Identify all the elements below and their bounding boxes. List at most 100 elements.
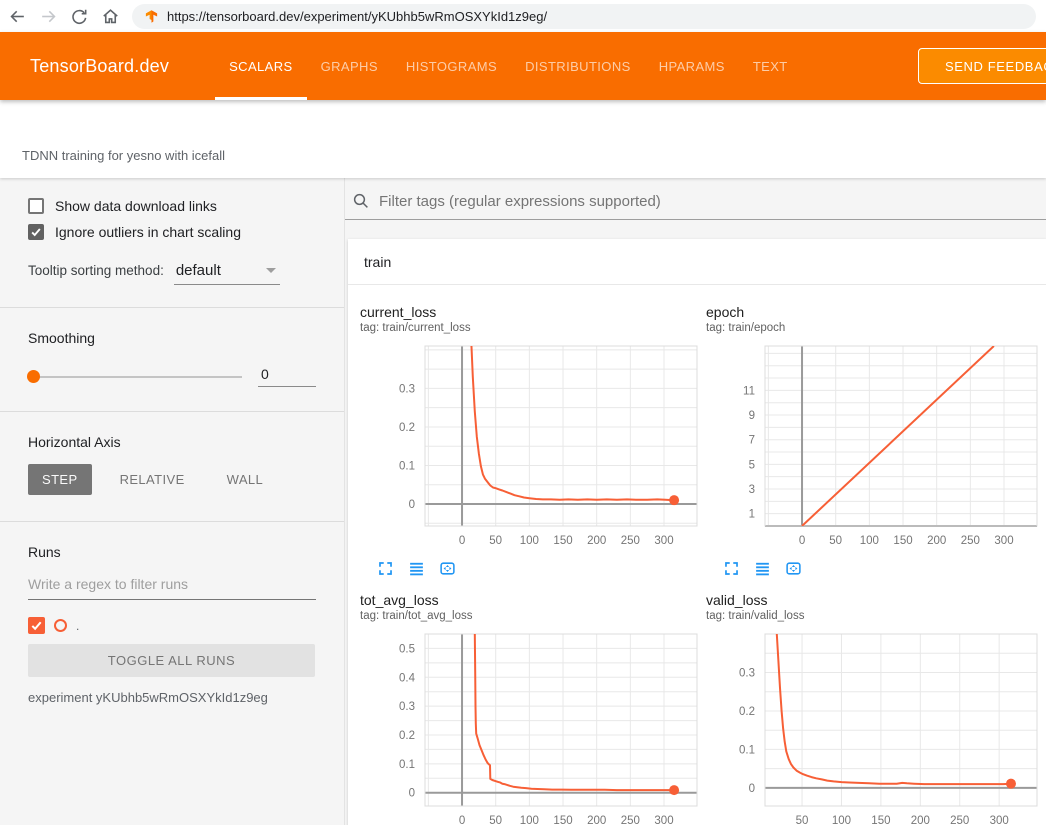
expand-chart-icon[interactable] — [377, 560, 394, 577]
fit-domain-icon[interactable] — [785, 560, 802, 577]
svg-text:150: 150 — [893, 535, 912, 547]
smoothing-value-input[interactable]: 0 — [258, 366, 316, 387]
reload-icon[interactable] — [70, 7, 89, 26]
svg-text:0.1: 0.1 — [739, 744, 755, 756]
svg-text:0: 0 — [459, 535, 465, 547]
tab-text[interactable]: TEXT — [739, 32, 802, 100]
svg-text:50: 50 — [829, 535, 842, 547]
flex-y-axis-icon[interactable] — [754, 560, 771, 577]
svg-text:100: 100 — [832, 815, 851, 825]
line-chart-current-loss[interactable]: 05010015020025030000.10.20.3 — [360, 340, 700, 552]
chart-current-loss: current_loss tag: train/current_loss 050… — [360, 303, 700, 577]
tab-hparams[interactable]: HPARAMS — [645, 32, 739, 100]
svg-text:100: 100 — [520, 815, 539, 825]
svg-text:200: 200 — [587, 535, 606, 547]
svg-text:100: 100 — [520, 535, 539, 547]
svg-text:200: 200 — [927, 535, 946, 547]
svg-text:0.1: 0.1 — [399, 759, 415, 771]
tab-histograms[interactable]: HISTOGRAMS — [392, 32, 511, 100]
smoothing-slider-thumb[interactable] — [27, 370, 40, 383]
chart-epoch: epoch tag: train/epoch 05010015020025030… — [706, 303, 1046, 577]
run-name: . — [76, 619, 79, 633]
address-bar[interactable]: https://tensorboard.dev/experiment/yKUbh… — [132, 4, 1036, 29]
chart-title: epoch — [706, 303, 1046, 321]
svg-text:300: 300 — [994, 535, 1013, 547]
svg-text:150: 150 — [553, 815, 572, 825]
line-chart-epoch[interactable]: 0501001502002503001357911 — [706, 340, 1046, 552]
tensorboard-favicon — [144, 9, 159, 24]
axis-step-button[interactable]: STEP — [28, 464, 92, 495]
svg-text:100: 100 — [860, 535, 879, 547]
chart-tag: tag: train/current_loss — [360, 321, 700, 336]
svg-text:300: 300 — [654, 535, 673, 547]
svg-text:9: 9 — [749, 410, 755, 422]
chart-actions — [706, 560, 1046, 577]
tab-distributions[interactable]: DISTRIBUTIONS — [511, 32, 645, 100]
fit-domain-icon[interactable] — [439, 560, 456, 577]
svg-text:0.2: 0.2 — [739, 706, 755, 718]
home-icon[interactable] — [101, 7, 120, 26]
tab-graphs[interactable]: GRAPHS — [307, 32, 392, 100]
show-download-links-row[interactable]: Show data download links — [28, 198, 316, 214]
svg-text:50: 50 — [796, 815, 809, 825]
run-row: . — [28, 617, 316, 634]
svg-text:0.5: 0.5 — [399, 643, 415, 655]
ignore-outliers-checkbox[interactable] — [28, 224, 44, 240]
browser-toolbar: https://tensorboard.dev/experiment/yKUbh… — [0, 0, 1046, 32]
show-download-links-checkbox[interactable] — [28, 198, 44, 214]
tooltip-sorting-select[interactable]: default — [174, 262, 280, 285]
chart-tag: tag: train/tot_avg_loss — [360, 609, 700, 624]
toggle-all-runs-button[interactable]: TOGGLE ALL RUNS — [28, 644, 315, 677]
charts-grid: current_loss tag: train/current_loss 050… — [348, 285, 1046, 825]
chevron-down-icon — [266, 268, 276, 273]
svg-text:150: 150 — [871, 815, 890, 825]
sidebar-divider — [0, 307, 344, 308]
svg-text:250: 250 — [621, 535, 640, 547]
ignore-outliers-row[interactable]: Ignore outliers in chart scaling — [28, 224, 316, 240]
experiment-title-band: TDNN training for yesno with icefall — [0, 100, 1046, 178]
svg-text:0.3: 0.3 — [399, 383, 415, 395]
axis-relative-button[interactable]: RELATIVE — [106, 464, 199, 495]
experiment-id-label: experiment yKUbhb5wRmOSXYkId1z9eg — [28, 690, 316, 705]
svg-text:250: 250 — [621, 815, 640, 825]
tab-scalars[interactable]: SCALARS — [215, 32, 307, 100]
train-group-card: train current_loss tag: train/current_lo… — [348, 239, 1046, 825]
svg-text:300: 300 — [990, 815, 1009, 825]
runs-filter-input[interactable]: Write a regex to filter runs — [28, 576, 316, 600]
chart-title: tot_avg_loss — [360, 591, 700, 609]
svg-text:5: 5 — [749, 459, 755, 471]
run-checkbox[interactable] — [28, 617, 45, 634]
expand-chart-icon[interactable] — [723, 560, 740, 577]
flex-y-axis-icon[interactable] — [408, 560, 425, 577]
forward-icon[interactable] — [39, 7, 58, 26]
search-icon — [352, 192, 370, 210]
filter-tags-row[interactable]: Filter tags (regular expressions support… — [345, 190, 1046, 220]
svg-text:0.4: 0.4 — [399, 672, 416, 684]
horizontal-axis-buttons: STEP RELATIVE WALL — [28, 464, 316, 495]
chart-valid-loss: valid_loss tag: train/valid_loss 50 100 15… — [706, 591, 1046, 825]
line-chart-tot-avg-loss[interactable]: 05010015020025030000.10.20.30.40.5 — [360, 628, 700, 825]
sidebar-divider — [0, 411, 344, 412]
sidebar-divider — [0, 521, 344, 522]
send-feedback-button[interactable]: SEND FEEDBACK — [918, 48, 1046, 84]
line-chart-valid-loss[interactable]: 5010015020025030000.10.20.3 — [706, 628, 1046, 825]
chart-title: valid_loss — [706, 591, 1046, 609]
tooltip-sorting-row: Tooltip sorting method: default — [28, 262, 316, 285]
show-download-links-label: Show data download links — [55, 198, 217, 214]
checkmark-icon — [30, 226, 42, 238]
settings-sidebar: Show data download links Ignore outliers… — [0, 178, 345, 825]
chart-tag: tag: train/epoch — [706, 321, 1046, 336]
back-icon[interactable] — [8, 7, 27, 26]
smoothing-slider[interactable] — [28, 376, 242, 378]
svg-text:0: 0 — [799, 535, 805, 547]
axis-wall-button[interactable]: WALL — [213, 464, 278, 495]
svg-text:0.1: 0.1 — [399, 460, 415, 472]
svg-text:50: 50 — [489, 815, 502, 825]
filter-tags-input[interactable]: Filter tags (regular expressions support… — [379, 193, 661, 210]
group-header-train[interactable]: train — [348, 239, 1046, 285]
svg-text:0.3: 0.3 — [739, 667, 755, 679]
svg-text:150: 150 — [553, 535, 572, 547]
chart-tag: tag: train/valid_loss — [706, 609, 1046, 624]
svg-text:300: 300 — [654, 815, 673, 825]
run-color-swatch-icon[interactable] — [54, 619, 67, 632]
